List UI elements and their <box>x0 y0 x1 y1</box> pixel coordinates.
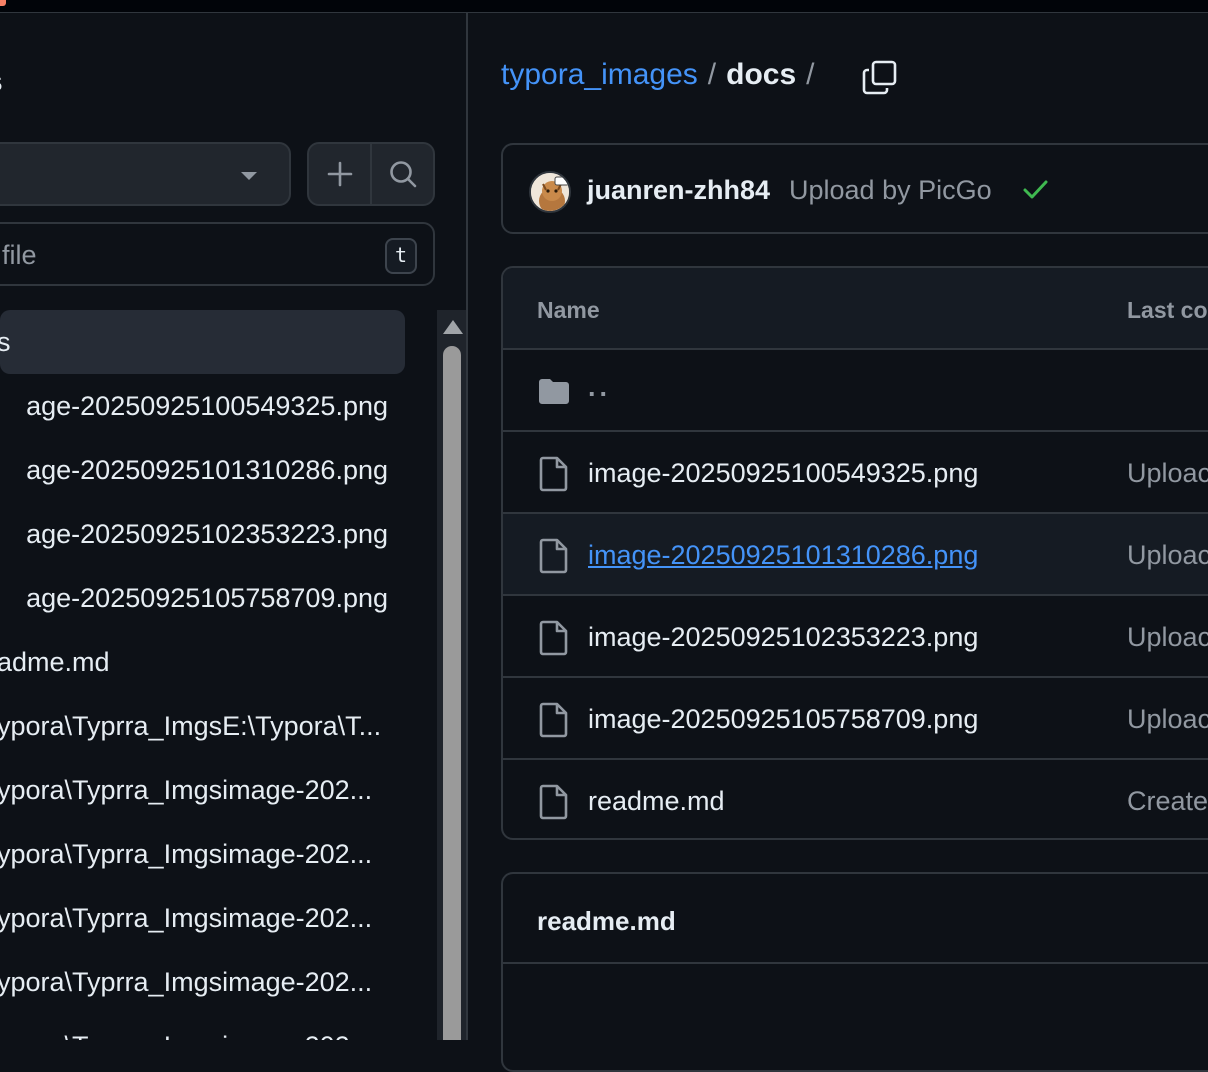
tree-item-label: ypora\Typrra_Imgsimage-202... <box>0 839 373 869</box>
files-table: Name Last cor .. image-20250925100549325… <box>501 266 1208 840</box>
tree-item[interactable]: ypora\Typrra_Imgsimage-202... <box>0 950 420 1014</box>
breadcrumb-repo-link[interactable]: typora_images <box>501 58 698 92</box>
file-commit-message[interactable]: Uploac <box>1127 458 1208 489</box>
table-row[interactable]: image-20250925101310286.png Uploac <box>503 514 1208 596</box>
branch-selector[interactable] <box>0 142 291 206</box>
tree-item-label: age-20250925102353223.png <box>26 519 388 549</box>
table-row[interactable]: image-20250925105758709.png Uploac <box>503 678 1208 760</box>
tree-item[interactable]: ypora\Typrra_ImgsE:\Typora\T... <box>0 694 420 758</box>
latest-commit-box: juanren-zhh84 Upload by PicGo <box>501 143 1208 234</box>
table-row[interactable]: image-20250925100549325.png Uploac <box>503 432 1208 514</box>
readme-header: readme.md <box>503 874 1208 964</box>
tree-item-label: s <box>0 310 11 374</box>
commit-author[interactable]: juanren-zhh84 <box>587 175 770 206</box>
file-name[interactable]: .. <box>588 372 611 403</box>
scrollbar-thumb[interactable] <box>443 346 461 1040</box>
file-icon <box>537 456 571 497</box>
shortcut-key: t <box>385 238 417 274</box>
column-last-commit-header: Last cor <box>1127 297 1208 323</box>
tree-item-label: age-20250925101310286.png <box>26 455 388 485</box>
tree-actions <box>307 142 435 206</box>
breadcrumb-separator: / <box>707 58 717 91</box>
file-commit-message[interactable]: Create <box>1127 786 1208 817</box>
readme-panel: readme.md <box>501 872 1208 1072</box>
file-tree-sidebar: s file t s age-20250925100549325.png age… <box>0 13 468 1040</box>
go-to-file-placeholder: file <box>2 240 37 270</box>
file-commit-message[interactable]: Uploac <box>1127 540 1208 571</box>
breadcrumb-current: docs <box>726 58 797 91</box>
tree-item-label: ypora\Typrra_Imgsimage-202... <box>0 775 373 805</box>
tree-item-docs[interactable]: s <box>0 310 405 374</box>
file-name[interactable]: readme.md <box>588 786 725 817</box>
tree-item-label: ypora\Typrra_Imgsimage-202... <box>0 1014 372 1040</box>
tree-item[interactable]: age-20250925102353223.png <box>0 502 420 566</box>
tree-item-label: ypora\Typrra_ImgsE:\Typora\T... <box>0 711 382 741</box>
tree-item[interactable]: ypora\Typrra_Imgsimage-202... <box>0 758 420 822</box>
file-name[interactable]: image-20250925105758709.png <box>588 704 978 735</box>
tree-item[interactable]: ypora\Typrra_Imgsimage-202... <box>0 822 420 886</box>
plus-icon <box>327 161 352 187</box>
check-icon[interactable] <box>1021 175 1049 208</box>
file-name[interactable]: image-20250925101310286.png <box>588 540 978 571</box>
folder-icon <box>537 374 571 413</box>
top-bar <box>0 0 1208 13</box>
search-icon <box>389 161 416 188</box>
tree-item-label: age-20250925105758709.png <box>26 583 388 613</box>
caret-down-icon <box>241 172 257 180</box>
table-row[interactable]: image-20250925102353223.png Uploac <box>503 596 1208 678</box>
file-icon <box>537 538 571 579</box>
tree-item-label: ypora\Typrra_Imgsimage-202... <box>0 967 373 997</box>
tree-item-label: age-20250925100549325.png <box>26 391 388 421</box>
scroll-up-arrow-icon[interactable] <box>443 320 463 334</box>
tree-item-label: adme.md <box>0 647 110 677</box>
tree-item[interactable]: ypora\Typrra_Imgsimage-202... <box>0 1014 420 1040</box>
file-icon <box>537 702 571 743</box>
top-accent <box>0 0 6 6</box>
file-icon <box>537 620 571 661</box>
breadcrumb-separator: / <box>806 58 815 91</box>
readme-title[interactable]: readme.md <box>537 906 676 937</box>
copy-path-button[interactable] <box>860 58 902 98</box>
file-icon <box>537 784 571 825</box>
breadcrumb: typora_images / docs / <box>501 58 825 92</box>
add-file-button[interactable] <box>309 144 370 204</box>
file-name[interactable]: image-20250925100549325.png <box>588 458 978 489</box>
sidebar-title: s <box>0 65 3 99</box>
avatar[interactable] <box>529 171 571 213</box>
copy-icon <box>862 60 897 95</box>
files-table-header: Name Last cor <box>503 268 1208 350</box>
avatar-image <box>531 173 569 211</box>
file-tree: s age-20250925100549325.png age-20250925… <box>0 310 420 1040</box>
search-button[interactable] <box>370 144 433 204</box>
commit-message[interactable]: Upload by PicGo <box>789 175 992 206</box>
tree-item[interactable]: adme.md <box>0 630 420 694</box>
tree-item[interactable]: age-20250925101310286.png <box>0 438 420 502</box>
file-commit-message[interactable]: Uploac <box>1127 622 1208 653</box>
go-to-file-input[interactable]: file t <box>0 222 435 286</box>
column-name-header: Name <box>537 297 600 323</box>
file-name[interactable]: image-20250925102353223.png <box>588 622 978 653</box>
tree-item[interactable]: age-20250925100549325.png <box>0 374 420 438</box>
file-commit-message[interactable]: Uploac <box>1127 704 1208 735</box>
table-row[interactable]: readme.md Create <box>503 760 1208 838</box>
table-row-parent-dir[interactable]: .. <box>503 350 1208 432</box>
tree-item[interactable]: age-20250925105758709.png <box>0 566 420 630</box>
tree-item-label: ypora\Typrra_Imgsimage-202... <box>0 903 373 933</box>
tree-item[interactable]: ypora\Typrra_Imgsimage-202... <box>0 886 420 950</box>
